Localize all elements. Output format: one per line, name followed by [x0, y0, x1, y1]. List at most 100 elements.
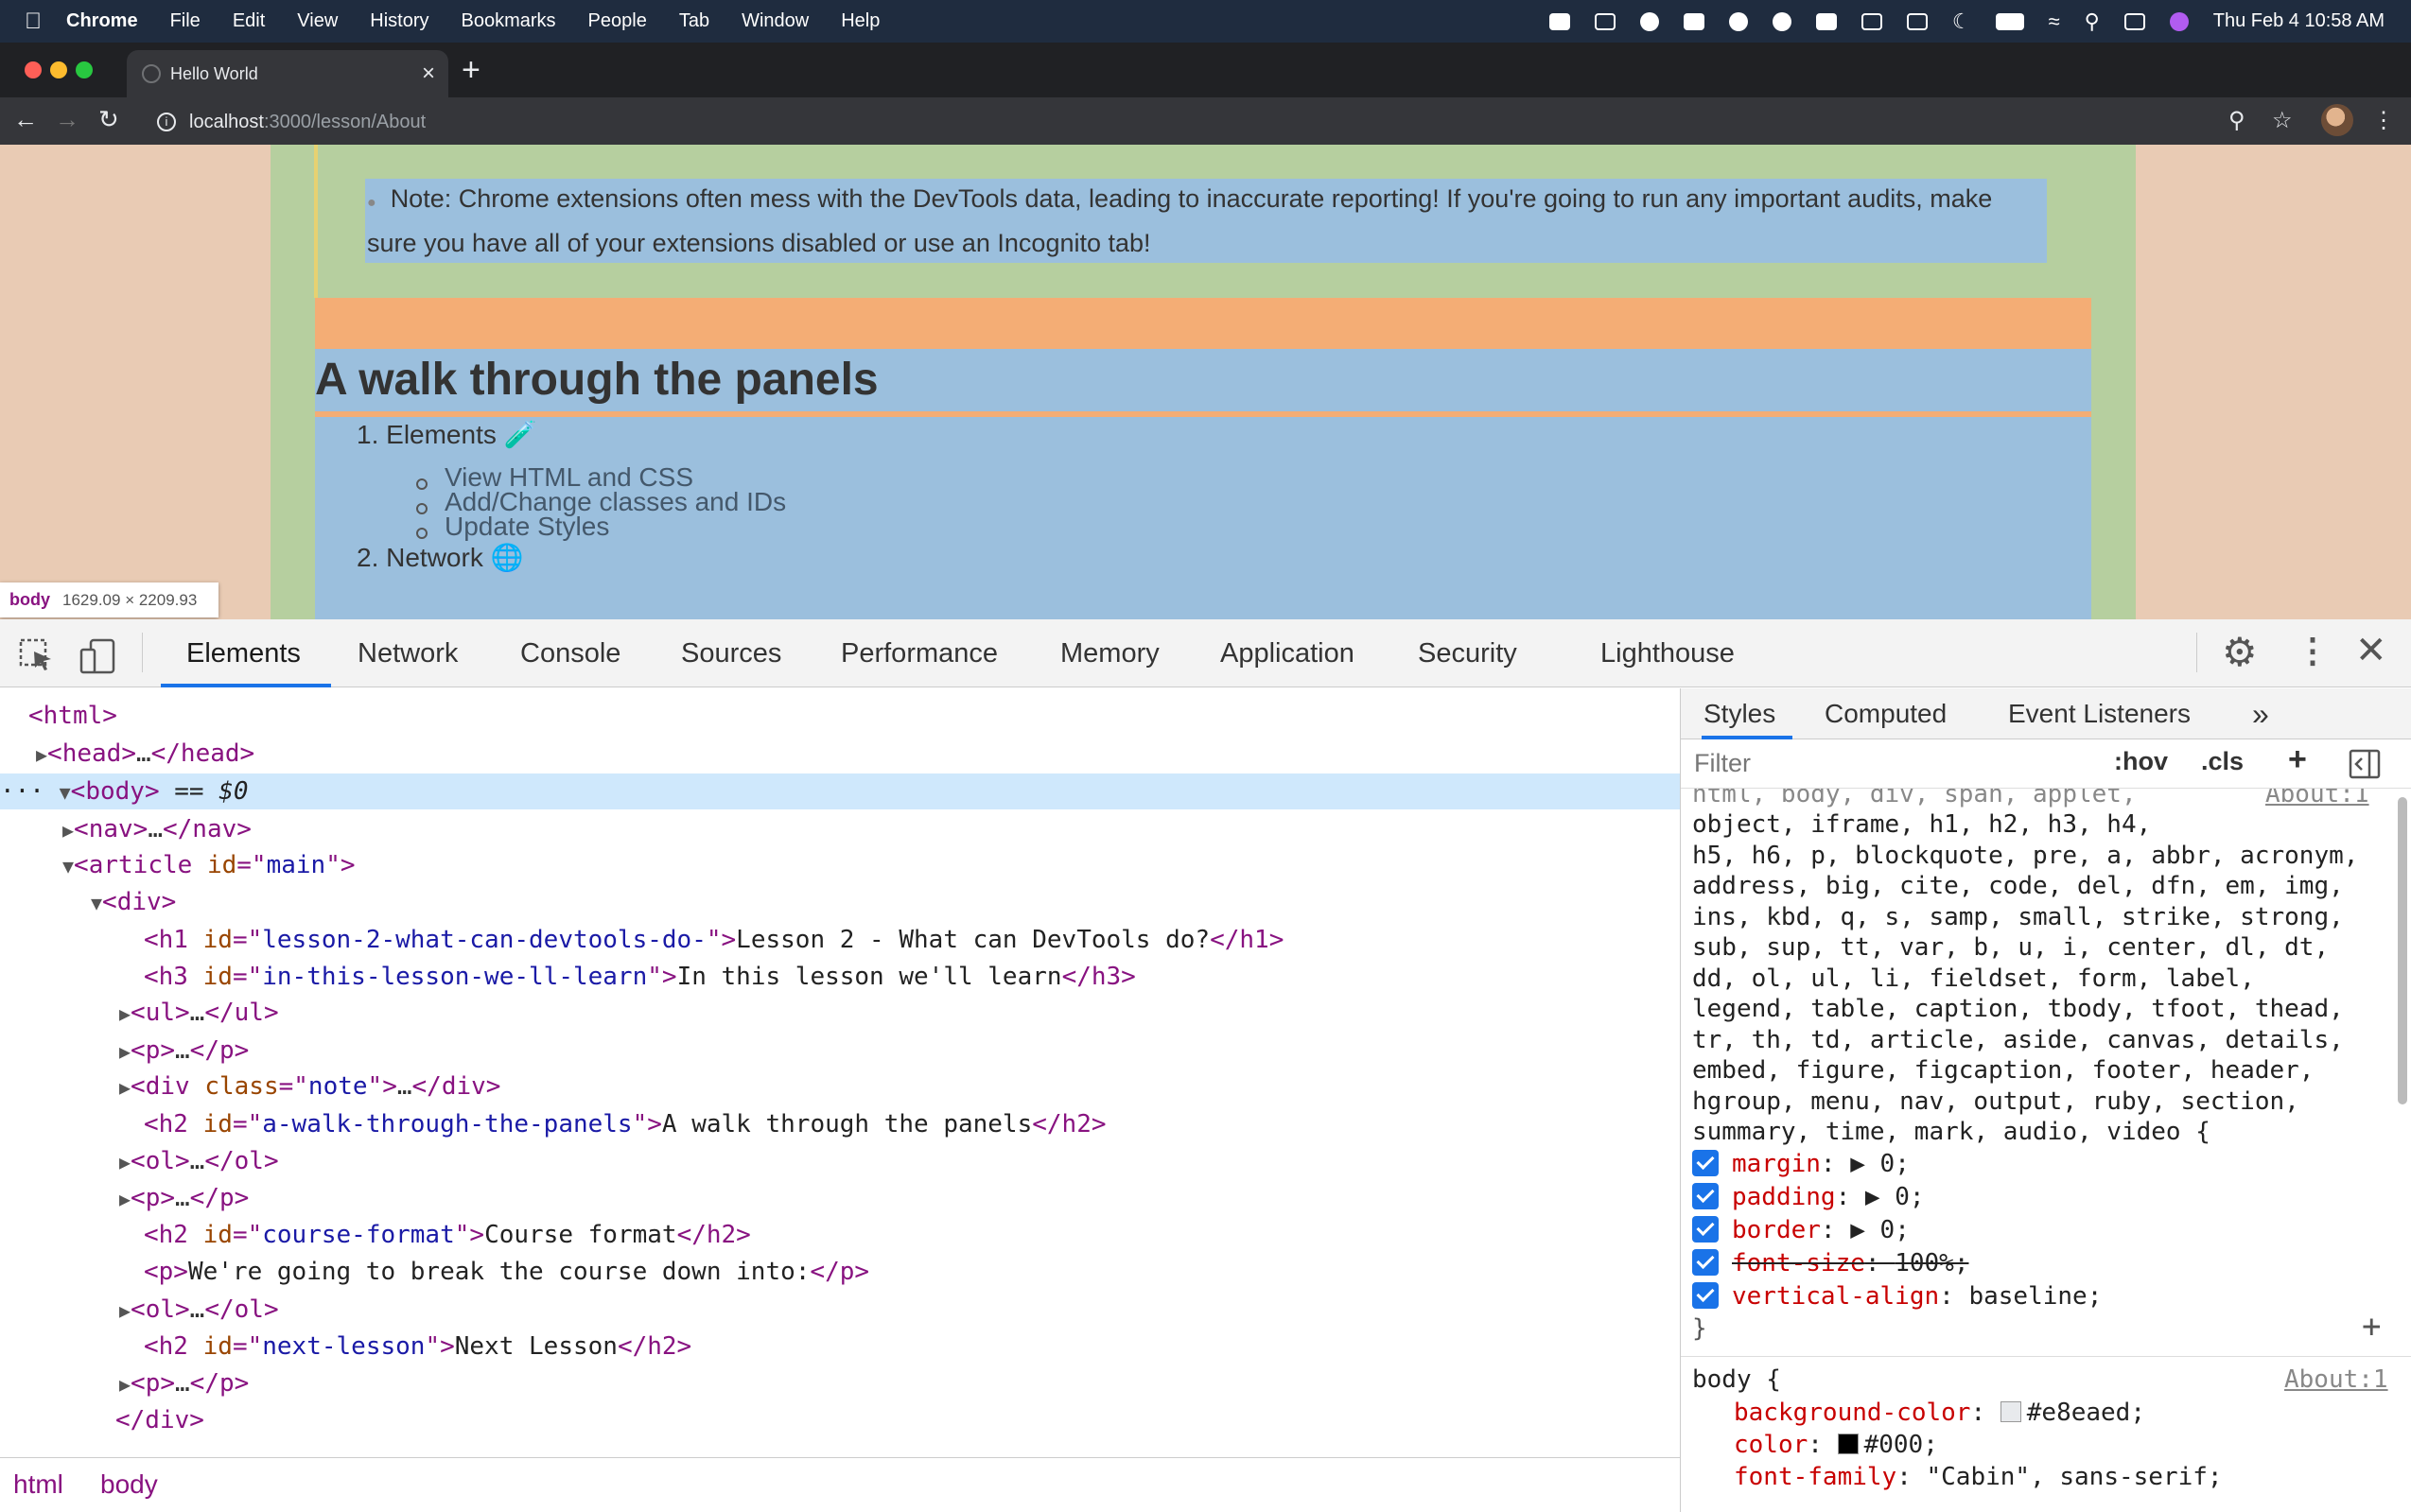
battery-icon[interactable] — [1995, 12, 2024, 30]
decl-checkbox[interactable] — [1692, 1248, 1719, 1276]
dom-node-h2-course[interactable]: <h2 id="course-format">Course format</h2… — [0, 1217, 1680, 1253]
toggle-sidebar-icon[interactable] — [2349, 749, 2381, 779]
dom-node-div[interactable]: ▼<div> — [0, 884, 1680, 920]
screens-icon[interactable] — [1861, 12, 1882, 30]
dom-node-p-text[interactable]: <p>We're going to break the course down … — [0, 1254, 1680, 1290]
settings-gear-status-icon[interactable] — [1728, 11, 1748, 31]
tab-console[interactable]: Console — [520, 619, 620, 687]
styles-scrollbar[interactable] — [2398, 797, 2407, 1104]
dom-node-p[interactable]: ▶<p>…</p> — [0, 1365, 1680, 1401]
new-tab-button[interactable]: + — [462, 52, 480, 89]
dom-node-div-note[interactable]: ▶<div class="note">…</div> — [0, 1069, 1680, 1104]
menu-window[interactable]: Window — [742, 10, 809, 32]
zoom-icon[interactable] — [1548, 12, 1570, 30]
more-options-icon[interactable]: ⋮ — [2296, 631, 2330, 670]
decl-checkbox[interactable] — [1692, 1149, 1719, 1176]
tab-close-icon[interactable]: × — [422, 61, 435, 87]
tab-memory[interactable]: Memory — [1060, 619, 1160, 687]
window-icon[interactable] — [1594, 12, 1616, 30]
keyboard-icon[interactable] — [1815, 12, 1837, 30]
dom-node-nav[interactable]: ▶<nav>…</nav> — [0, 811, 1680, 847]
new-style-rule-icon[interactable]: + — [2288, 741, 2307, 778]
menu-view[interactable]: View — [297, 10, 338, 32]
camera-icon[interactable] — [1683, 12, 1704, 30]
calendar-icon[interactable] — [1906, 12, 1928, 30]
device-toolbar-icon[interactable] — [79, 638, 117, 674]
add-declaration-icon[interactable]: + — [2362, 1311, 2381, 1343]
site-info-icon[interactable]: i — [157, 113, 176, 131]
breadcrumb-body[interactable]: body — [100, 1469, 158, 1500]
tab-sources[interactable]: Sources — [681, 619, 781, 687]
decl-border[interactable]: border: ▶ 0; — [1692, 1214, 1910, 1246]
class-toggle[interactable]: .cls — [2201, 747, 2244, 776]
dom-node-h1[interactable]: <h1 id="lesson-2-what-can-devtools-do-">… — [0, 922, 1680, 958]
menu-edit[interactable]: Edit — [233, 10, 265, 32]
body-rule-source-link[interactable]: About:1 — [2284, 1364, 2388, 1396]
creative-cloud-icon[interactable] — [1639, 11, 1659, 31]
window-close-button[interactable] — [25, 61, 42, 78]
menu-tab[interactable]: Tab — [679, 10, 709, 32]
tab-elements[interactable]: Elements — [186, 619, 301, 687]
back-arrow-icon[interactable]: ← — [13, 105, 38, 134]
zoom-magnifier-icon[interactable]: ⚲ — [2228, 107, 2245, 134]
dom-node-body-selected[interactable]: ··· ▼<body> == $0 — [0, 773, 1680, 809]
tab-lighthouse[interactable]: Lighthouse — [1600, 619, 1735, 687]
menu-help[interactable]: Help — [841, 10, 880, 32]
cloud-icon[interactable] — [1772, 11, 1791, 31]
decl-checkbox[interactable] — [1692, 1281, 1719, 1309]
dom-node-html[interactable]: <html> — [0, 698, 1680, 734]
decl-checkbox[interactable] — [1692, 1182, 1719, 1209]
dom-node-div-close[interactable]: </div> — [0, 1402, 1680, 1438]
dom-node-article[interactable]: ▼<article id="main"> — [0, 847, 1680, 883]
menu-app-chrome[interactable]: Chrome — [66, 10, 138, 32]
browser-tab[interactable]: Hello World × — [127, 50, 448, 97]
dom-node-h2-panels[interactable]: <h2 id="a-walk-through-the-panels">A wal… — [0, 1106, 1680, 1142]
clock-datetime[interactable]: Thu Feb 4 10:58 AM — [2213, 10, 2385, 32]
apple-menu-icon[interactable]:  — [0, 9, 66, 35]
reload-icon[interactable]: ↻ — [98, 105, 119, 134]
rule-source-link[interactable]: About:1 — [2265, 789, 2369, 810]
settings-gear-icon[interactable]: ⚙ — [2222, 629, 2258, 675]
decl-padding[interactable]: padding: ▶ 0; — [1692, 1181, 1925, 1213]
dom-node-ol[interactable]: ▶<ol>…</ol> — [0, 1292, 1680, 1328]
more-tabs-icon[interactable]: » — [2252, 688, 2269, 739]
forward-arrow-icon[interactable]: → — [55, 105, 79, 134]
tab-security[interactable]: Security — [1418, 619, 1517, 687]
tab-styles[interactable]: Styles — [1703, 688, 1775, 739]
moon-icon[interactable]: ☾ — [1952, 9, 1971, 34]
dom-node-p[interactable]: ▶<p>…</p> — [0, 1033, 1680, 1069]
menu-history[interactable]: History — [370, 10, 428, 32]
tab-application[interactable]: Application — [1220, 619, 1354, 687]
window-zoom-button[interactable] — [76, 61, 93, 78]
decl-margin[interactable]: margin: ▶ 0; — [1692, 1148, 1910, 1180]
menu-file[interactable]: File — [170, 10, 201, 32]
tab-computed[interactable]: Computed — [1825, 688, 1947, 739]
chrome-menu-icon[interactable]: ⋮ — [2372, 107, 2395, 134]
menu-people[interactable]: People — [588, 10, 647, 32]
breadcrumb-html[interactable]: html — [13, 1469, 63, 1500]
decl-checkbox[interactable] — [1692, 1215, 1719, 1243]
dom-node-article-close[interactable]: </article> — [0, 1439, 1680, 1445]
wifi-icon[interactable]: ≈ — [2049, 9, 2060, 34]
dom-node-h2-next[interactable]: <h2 id="next-lesson">Next Lesson</h2> — [0, 1329, 1680, 1364]
decl-vertical-align[interactable]: vertical-align: baseline; — [1692, 1280, 2102, 1312]
tab-event-listeners[interactable]: Event Listeners — [2008, 688, 2191, 739]
control-center-icon[interactable] — [2123, 12, 2145, 30]
filter-input[interactable]: Filter — [1694, 749, 1751, 778]
tab-performance[interactable]: Performance — [841, 619, 998, 687]
dom-node-h3[interactable]: <h3 id="in-this-lesson-we-ll-learn">In t… — [0, 959, 1680, 995]
decl-font-family[interactable]: font-family: "Cabin", sans-serif; — [1734, 1461, 2223, 1493]
dom-node-head[interactable]: ▶<head>…</head> — [0, 736, 1680, 772]
color-swatch[interactable] — [2000, 1400, 2021, 1422]
inspect-element-icon[interactable] — [19, 638, 55, 672]
close-devtools-icon[interactable]: ✕ — [2355, 629, 2387, 672]
decl-font-size-overridden[interactable]: font-size: 100%; — [1692, 1247, 1968, 1279]
menu-bookmarks[interactable]: Bookmarks — [462, 10, 556, 32]
decl-background-color[interactable]: background-color: #e8eaed; — [1734, 1397, 2145, 1429]
address-bar[interactable]: i localhost:3000/lesson/About — [140, 103, 2259, 141]
tab-network[interactable]: Network — [358, 619, 458, 687]
spotlight-search-icon[interactable]: ⚲ — [2085, 9, 2100, 34]
decl-color[interactable]: color: #000; — [1734, 1429, 1938, 1461]
profile-avatar[interactable] — [2321, 104, 2353, 136]
siri-icon[interactable] — [2169, 11, 2189, 31]
